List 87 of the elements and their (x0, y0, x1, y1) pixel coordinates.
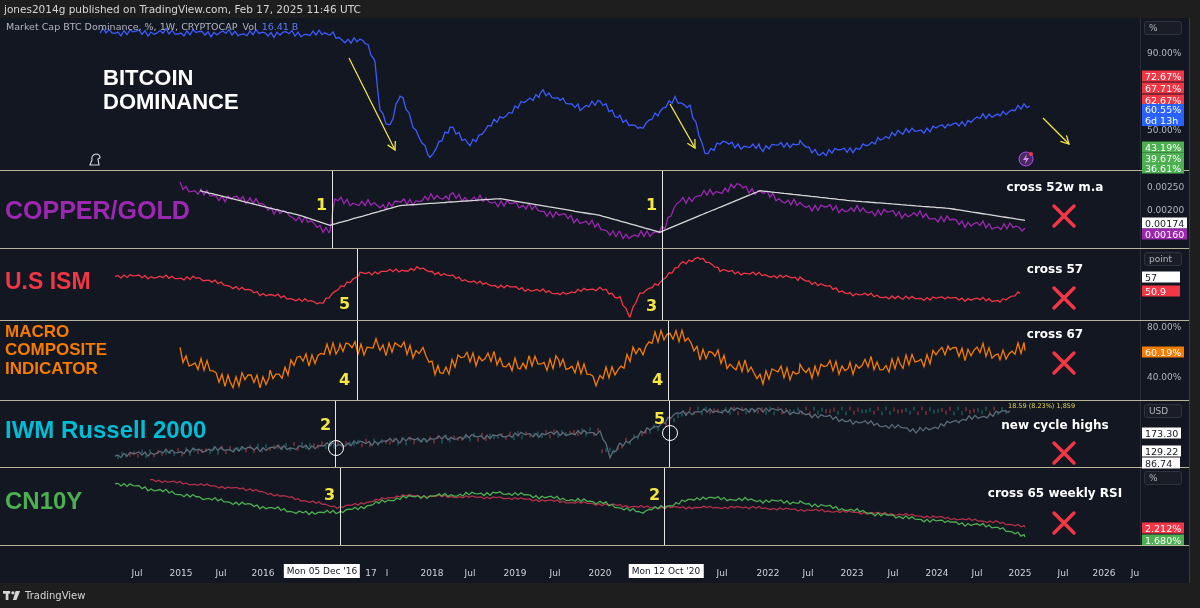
price-tag: 0.00160 (1142, 228, 1188, 240)
marker-number: 2 (649, 484, 661, 504)
unit-selector[interactable]: point (1144, 252, 1182, 266)
price-text: 60.55% (1145, 104, 1182, 116)
price-tag: 129.22 (1142, 445, 1182, 457)
axis-tick-label: 90.00% (1147, 47, 1182, 58)
crosshair-date-label: Mon 05 Dec '16 (283, 564, 361, 578)
annotation-text: cross 57 (1025, 262, 1085, 277)
price-tag: 0.00174 (1142, 217, 1188, 229)
pane-title: COPPER/GOLD (5, 197, 190, 224)
logo-icon (3, 590, 21, 601)
cross-mark-icon (1051, 440, 1077, 467)
marker-number: 1 (646, 194, 658, 214)
symbol-legend: Market Cap BTC Dominance, %, 1W, CRYPTOCAP (6, 21, 238, 32)
time-axis-label: Jul (716, 568, 728, 578)
marker-number: 2 (320, 414, 332, 434)
time-axis-label: Jul (464, 568, 476, 578)
marker-number: 1 (316, 194, 328, 214)
annotation-text: cross 52w m.a (1005, 179, 1105, 194)
axis-tick-label: 40.00% (1147, 372, 1182, 382)
cross-mark-icon (1051, 509, 1077, 536)
price-tag: 57 (1142, 271, 1180, 283)
price-tag: 173.30 (1142, 427, 1182, 439)
arrow (1042, 117, 1070, 145)
annotation-text: cross 67 (1025, 326, 1085, 341)
price-tag: 86.74 (1142, 457, 1180, 469)
vertical-line (335, 401, 336, 467)
unit-selector[interactable]: USD (1144, 404, 1182, 418)
pane-title: U.S ISM (5, 269, 91, 294)
time-axis-label: 2022 (756, 568, 780, 578)
volume-label: Vol (242, 21, 257, 32)
price-tag: 1.680% (1142, 534, 1185, 546)
cross-mark-icon (1051, 350, 1077, 377)
time-axis-label: 2018 (420, 568, 444, 578)
annotation-text: new cycle highs (1000, 418, 1110, 433)
price-tag: 36.61% (1142, 162, 1185, 174)
unit-selector[interactable]: % (1144, 21, 1182, 35)
marker-number: 5 (339, 293, 351, 313)
time-axis-label: 2020 (588, 568, 612, 578)
price-tag: 67.71% (1142, 82, 1185, 94)
time-axis-label: 2026 (1092, 568, 1116, 578)
marker-number: 4 (339, 369, 351, 389)
time-axis-label: Jul (549, 568, 561, 578)
brand-name: TradingView (25, 590, 86, 601)
pane-title: MACRO COMPOSITE INDICATOR (5, 323, 107, 379)
time-axis-label: Jul (1057, 568, 1069, 578)
price-tag: 60.19% (1142, 346, 1185, 358)
time-axis-label: Jul (971, 568, 983, 578)
time-axis-label: Jul (215, 568, 227, 578)
volume-value: 16.41 B (261, 21, 299, 32)
pane-title: IWM Russell 2000 (5, 417, 207, 443)
lightning-icon (1018, 151, 1034, 167)
axis-tick-label: 80.00% (1147, 321, 1182, 332)
annotation-text: cross 65 weekly RSI (986, 485, 1124, 500)
time-axis-label: 17 (365, 568, 377, 578)
price-tag: 39.67% (1142, 152, 1185, 164)
unit-selector[interactable]: % (1144, 471, 1182, 485)
time-axis-label: 2016 (251, 568, 275, 578)
time-axis-label: 2025 (1008, 568, 1032, 578)
axis-tick-label: 0.00250 (1147, 181, 1185, 192)
time-axis-label: 2024 (925, 568, 949, 578)
marker-number: 3 (646, 295, 658, 315)
countdown-text: 6d 13h (1145, 115, 1179, 127)
arrow (669, 103, 696, 150)
marker-number: 3 (324, 484, 336, 504)
time-axis-label: Jul (131, 568, 143, 578)
time-axis-label: 2015 (169, 568, 193, 578)
time-axis-label: 2023 (840, 568, 864, 578)
time-axis-label: Ju (1130, 568, 1140, 578)
time-axis-label: Jul (802, 568, 814, 578)
price-tag: 72.67% (1142, 70, 1185, 82)
time-axis-label: Jul (887, 568, 899, 578)
time-axis-label: l (385, 568, 389, 578)
cross-mark-icon (1051, 284, 1077, 311)
axis-tick-label: 0.00200 (1147, 205, 1185, 215)
mascot-icon (87, 151, 103, 167)
pane-title: CN10Y (5, 488, 83, 514)
axis-tick-label: 50.00% (1147, 125, 1182, 136)
time-axis-label: 2019 (503, 568, 527, 578)
cross-mark-icon (1051, 203, 1077, 230)
crosshair-date-label: Mon 12 Oct '20 (628, 564, 704, 578)
pane-title: BITCOIN DOMINANCE (103, 66, 239, 114)
marker-number: 4 (652, 369, 664, 389)
price-tag: 50.9 (1142, 285, 1180, 297)
price-tag: 43.19% (1142, 141, 1185, 153)
price-tag: 2.212% (1142, 522, 1185, 534)
marker-number: 5 (654, 408, 666, 428)
